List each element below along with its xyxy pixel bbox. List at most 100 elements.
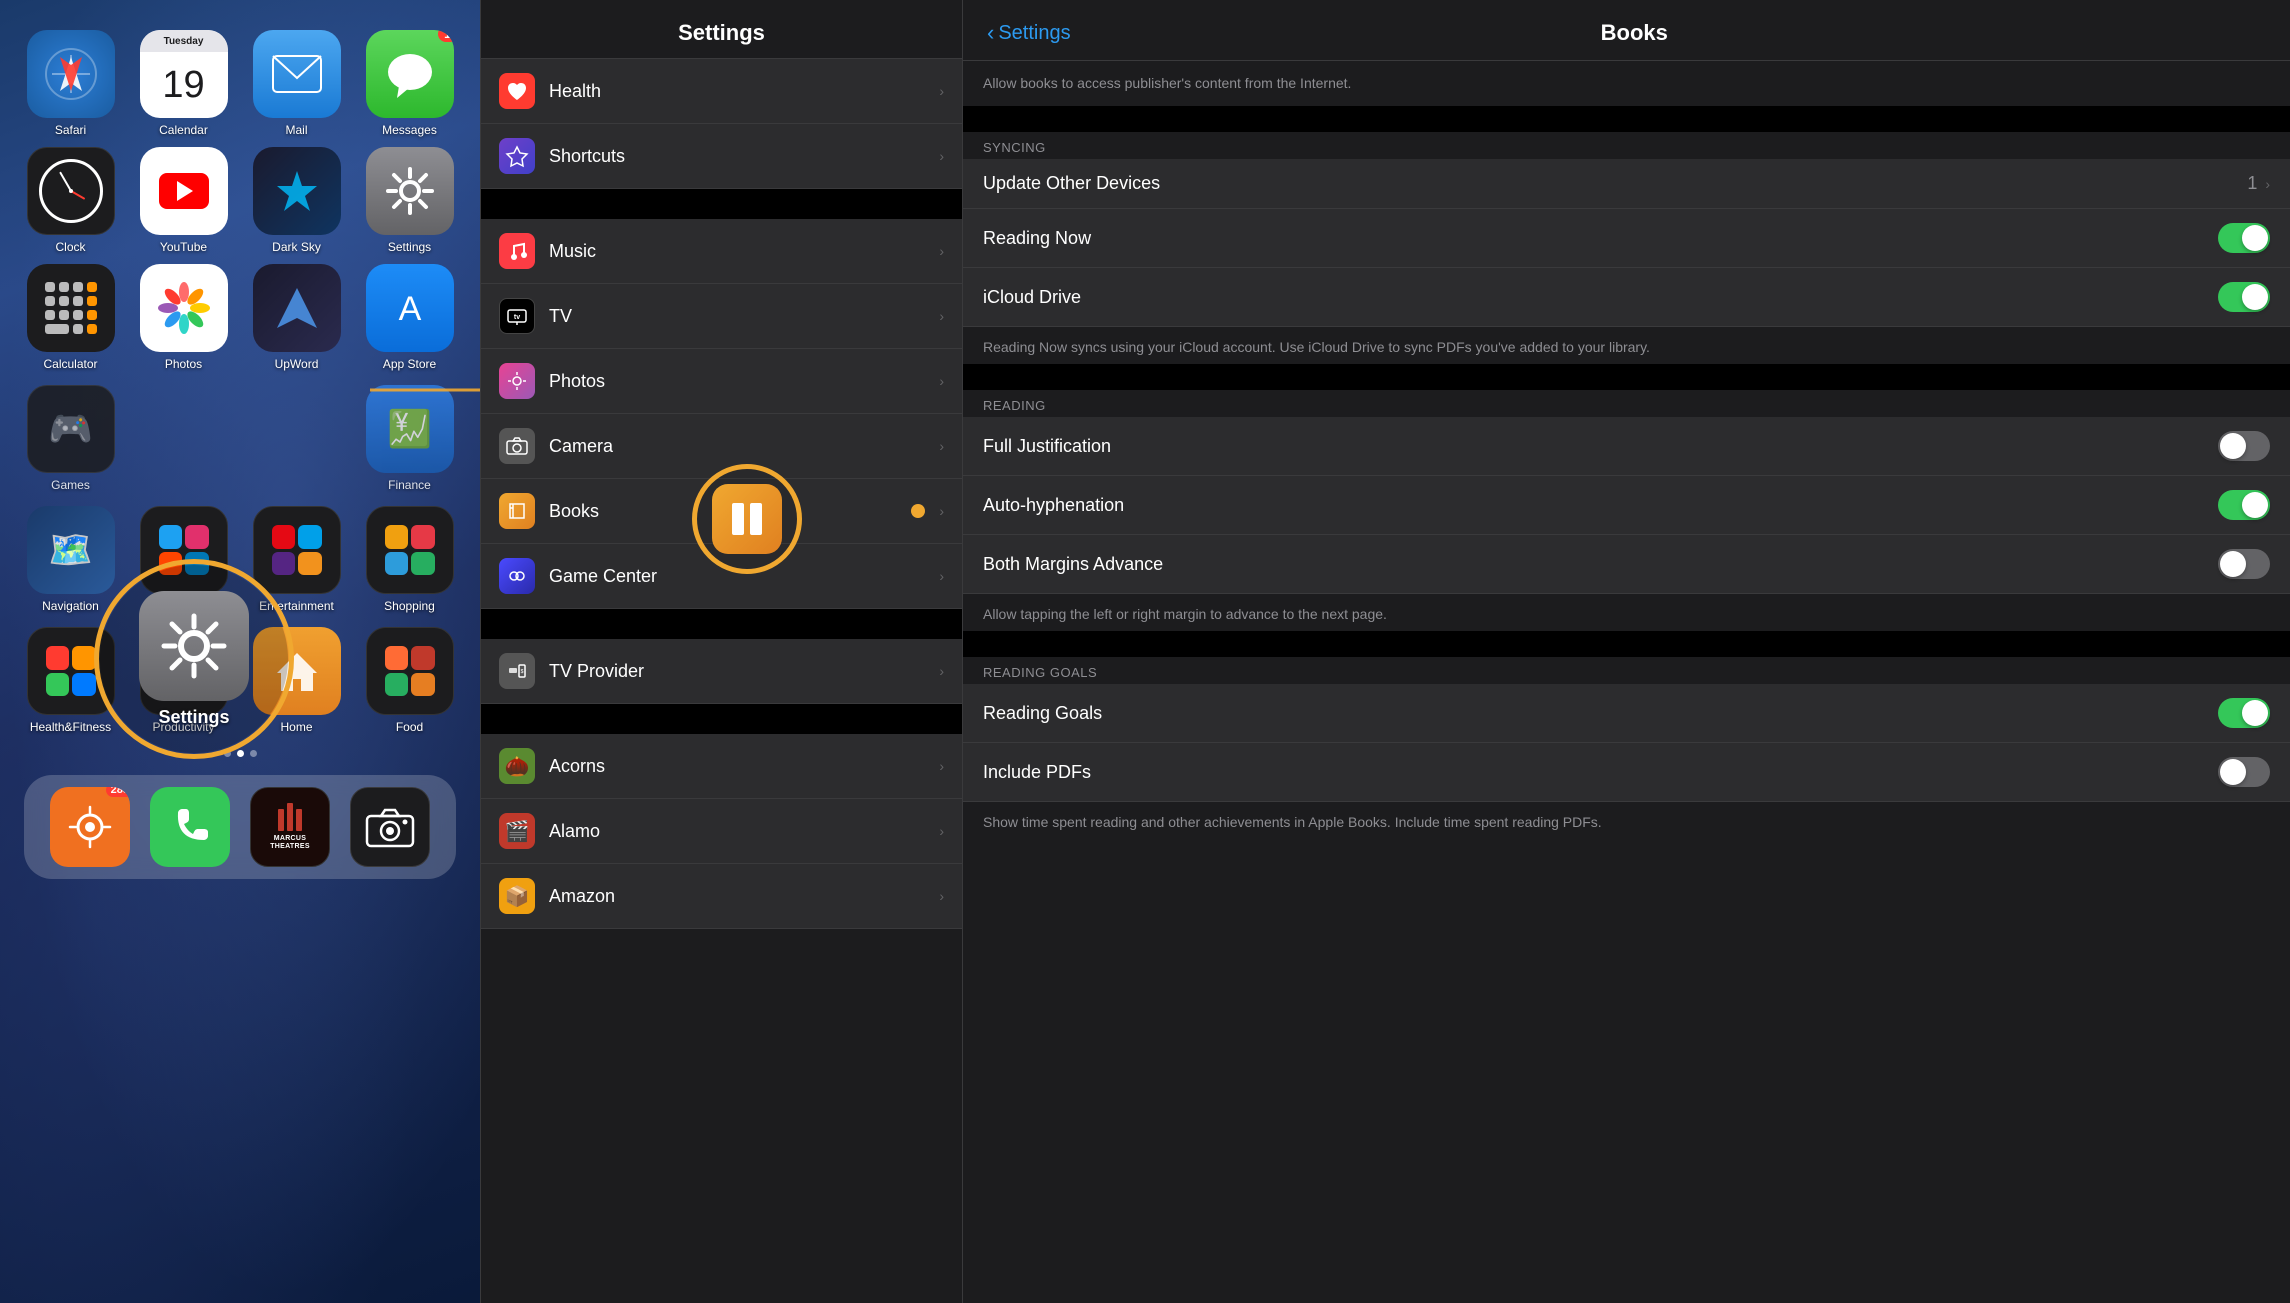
food-icon bbox=[366, 627, 454, 715]
settings-row-shortcuts[interactable]: Shortcuts › bbox=[481, 124, 962, 189]
settings-back-button[interactable]: ‹ Settings bbox=[987, 20, 1071, 46]
settings-row-tvprovider[interactable]: $ TV Provider › bbox=[481, 639, 962, 704]
photos-label: Photos bbox=[165, 357, 202, 371]
youtube-play-button bbox=[159, 173, 209, 209]
reading-goals-section-label: READING GOALS bbox=[963, 657, 2290, 684]
photos-chevron: › bbox=[939, 373, 944, 389]
tvprovider-label: TV Provider bbox=[549, 661, 925, 682]
app-finance[interactable]: 💹 Finance bbox=[357, 385, 462, 492]
photos-row-icon bbox=[499, 363, 535, 399]
dock: 283 MARCUSTHEATRES bbox=[24, 775, 456, 879]
app-grid-row4: 🎮 Games 💹 Finance bbox=[14, 385, 466, 502]
reading-goals-toggle[interactable] bbox=[2218, 698, 2270, 728]
books-settings-header: ‹ Settings Books bbox=[963, 0, 2290, 61]
books-settings-content: Allow books to access publisher's conten… bbox=[963, 61, 2290, 1303]
icloud-drive-toggle[interactable] bbox=[2218, 282, 2270, 312]
settings-row-music[interactable]: Music › bbox=[481, 219, 962, 284]
dock-overcast[interactable]: 283 bbox=[50, 787, 130, 867]
darksky-icon bbox=[253, 147, 341, 235]
camera-settings-label: Camera bbox=[549, 436, 925, 457]
overcast-icon: 283 bbox=[50, 787, 130, 867]
books-circle-inner bbox=[712, 484, 782, 554]
camera-chevron: › bbox=[939, 438, 944, 454]
settings-row-tv[interactable]: tv TV › bbox=[481, 284, 962, 349]
settings-panel-title: Settings bbox=[501, 20, 942, 46]
app-navigation[interactable]: 🗺️ Navigation bbox=[18, 506, 123, 613]
tv-label: TV bbox=[549, 306, 925, 327]
music-row-icon bbox=[499, 233, 535, 269]
app-darksky[interactable]: Dark Sky bbox=[244, 147, 349, 254]
settings-panel: Settings Health › Shortcuts › Music › bbox=[480, 0, 963, 1303]
shortcuts-chevron: › bbox=[939, 148, 944, 164]
home-label: Home bbox=[280, 720, 312, 734]
app-calculator[interactable]: Calculator bbox=[18, 264, 123, 371]
dock-phone[interactable] bbox=[150, 787, 230, 867]
acorns-row-icon: 🌰 bbox=[499, 748, 535, 784]
app-mail[interactable]: Mail bbox=[244, 30, 349, 137]
syncing-gap bbox=[963, 106, 2290, 132]
phone-panel: Safari Tuesday 19 Calendar Mail bbox=[0, 0, 480, 1303]
messages-icon: 1 bbox=[366, 30, 454, 118]
section-gap-2 bbox=[481, 609, 962, 639]
reading-now-toggle[interactable] bbox=[2218, 223, 2270, 253]
include-pdfs-label: Include PDFs bbox=[983, 762, 2204, 783]
include-pdfs-toggle[interactable] bbox=[2218, 757, 2270, 787]
full-justification-toggle[interactable] bbox=[2218, 431, 2270, 461]
auto-hyphenation-label: Auto-hyphenation bbox=[983, 495, 2204, 516]
shortcuts-row-icon bbox=[499, 138, 535, 174]
app-upword[interactable]: UpWord bbox=[244, 264, 349, 371]
settings-small-label: Settings bbox=[388, 240, 431, 254]
update-other-devices-row[interactable]: Update Other Devices 1 › bbox=[963, 159, 2290, 209]
both-margins-toggle[interactable] bbox=[2218, 549, 2270, 579]
both-margins-label: Both Margins Advance bbox=[983, 554, 2204, 575]
settings-circle-bg: Settings bbox=[100, 565, 288, 753]
app-safari[interactable]: Safari bbox=[18, 30, 123, 137]
auto-hyphenation-toggle[interactable] bbox=[2218, 490, 2270, 520]
app-photos[interactable]: Photos bbox=[131, 264, 236, 371]
app-settings[interactable]: Settings bbox=[357, 147, 462, 254]
reading-now-label: Reading Now bbox=[983, 228, 2204, 249]
games-label: Games bbox=[51, 478, 90, 492]
books-settings-panel: ‹ Settings Books Allow books to access p… bbox=[963, 0, 2290, 1303]
alamo-row-icon: 🎬 bbox=[499, 813, 535, 849]
health-label: Health bbox=[549, 81, 925, 102]
healthfitness-label: Health&Fitness bbox=[30, 720, 111, 734]
messages-label: Messages bbox=[382, 123, 437, 137]
app-games[interactable]: 🎮 Games bbox=[18, 385, 123, 492]
section-gap-3 bbox=[481, 704, 962, 734]
calendar-weekday: Tuesday bbox=[140, 30, 228, 52]
app-grid-row1: Safari Tuesday 19 Calendar Mail bbox=[14, 10, 466, 147]
app-grid-row2: Clock YouTube Dark Sky bbox=[14, 147, 466, 264]
back-button-label: Settings bbox=[998, 22, 1070, 45]
mail-label: Mail bbox=[285, 123, 307, 137]
safari-icon bbox=[27, 30, 115, 118]
marcus-icon: MARCUSTHEATRES bbox=[250, 787, 330, 867]
phone-icon bbox=[150, 787, 230, 867]
section-gap-1 bbox=[481, 189, 962, 219]
settings-row-alamo[interactable]: 🎬 Alamo › bbox=[481, 799, 962, 864]
settings-row-amazon[interactable]: 📦 Amazon › bbox=[481, 864, 962, 929]
settings-row-acorns[interactable]: 🌰 Acorns › bbox=[481, 734, 962, 799]
app-calendar[interactable]: Tuesday 19 Calendar bbox=[131, 30, 236, 137]
reading-goals-gap bbox=[963, 631, 2290, 657]
settings-row-health[interactable]: Health › bbox=[481, 59, 962, 124]
app-clock[interactable]: Clock bbox=[18, 147, 123, 254]
settings-list: Health › Shortcuts › Music › tv TV › bbox=[481, 59, 962, 1303]
camera-row-icon bbox=[499, 428, 535, 464]
app-food[interactable]: Food bbox=[357, 627, 462, 734]
amazon-label: Amazon bbox=[549, 886, 925, 907]
app-youtube[interactable]: YouTube bbox=[131, 147, 236, 254]
dock-marcus[interactable]: MARCUSTHEATRES bbox=[250, 787, 330, 867]
app-appstore[interactable]: A App Store bbox=[357, 264, 462, 371]
shortcuts-label: Shortcuts bbox=[549, 146, 925, 167]
app-shopping[interactable]: Shopping bbox=[357, 506, 462, 613]
settings-row-photos[interactable]: Photos › bbox=[481, 349, 962, 414]
app-messages[interactable]: 1 Messages bbox=[357, 30, 462, 137]
darksky-label: Dark Sky bbox=[272, 240, 321, 254]
navigation-icon: 🗺️ bbox=[27, 506, 115, 594]
books-chevron: › bbox=[939, 503, 944, 519]
books-top-description: Allow books to access publisher's conten… bbox=[963, 61, 2290, 106]
youtube-play-triangle bbox=[177, 181, 193, 201]
dock-camera[interactable] bbox=[350, 787, 430, 867]
update-other-devices-value: 1 bbox=[2247, 173, 2257, 194]
